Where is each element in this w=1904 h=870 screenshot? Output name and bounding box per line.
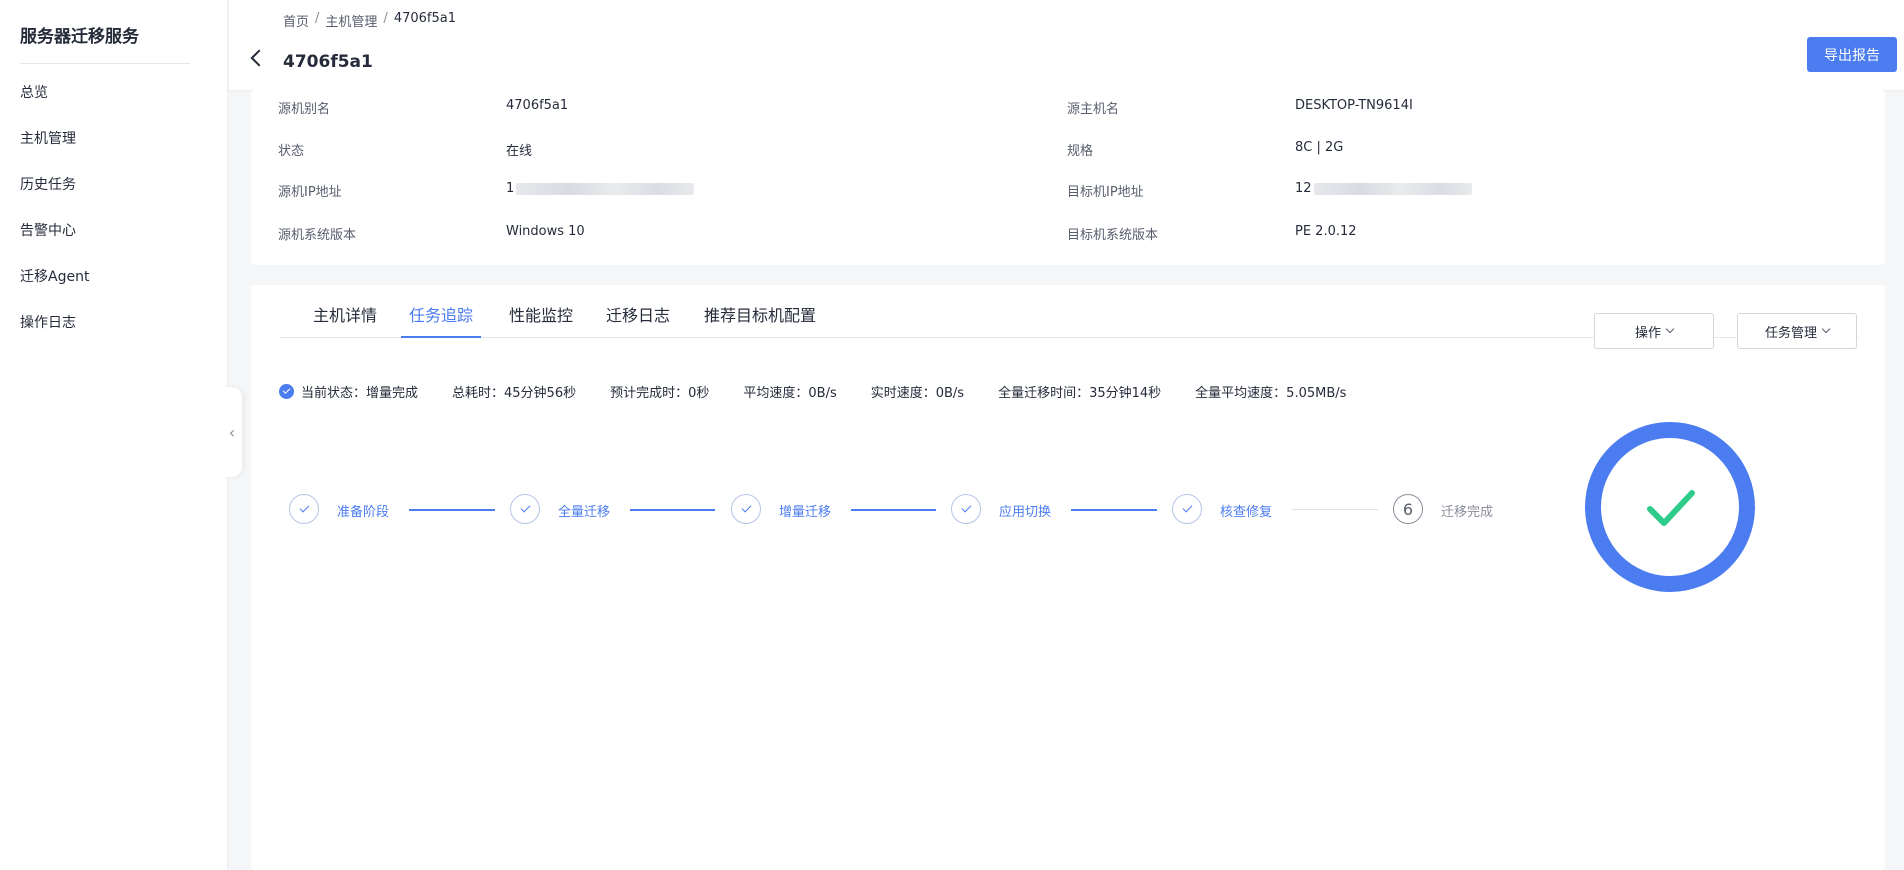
step-label: 核查修复 — [1220, 505, 1273, 520]
chevron-down-icon — [1821, 324, 1831, 334]
step-check-icon — [510, 494, 540, 524]
source-os-label: 源机系统版本 — [278, 228, 357, 243]
source-ip-value: 1 — [506, 181, 695, 196]
target-ip-prefix: 12 — [1295, 181, 1312, 196]
sidebar: 服务器迁移服务 总览 主机管理 历史任务 告警中心 迁移Agent 操作日志 — [0, 0, 228, 870]
step-check-icon — [289, 494, 319, 524]
step-check-icon — [731, 494, 761, 524]
export-report-button[interactable]: 导出报告 — [1807, 37, 1897, 72]
sidebar-item-host-management[interactable]: 主机管理 — [0, 122, 228, 168]
task-tracking-card: 主机详情 任务追踪 性能监控 迁移日志 推荐目标机配置 操作 任务管理 当前状态… — [251, 285, 1885, 870]
page-title: 4706f5a1 — [283, 52, 373, 72]
step-check-icon — [1172, 494, 1202, 524]
sidebar-title: 服务器迁移服务 — [20, 27, 139, 47]
target-os-label: 目标机系统版本 — [1067, 228, 1159, 243]
source-ip-label: 源机IP地址 — [278, 185, 342, 200]
sidebar-item-migration-agent[interactable]: 迁移Agent — [0, 260, 228, 306]
step-label: 迁移完成 — [1441, 505, 1494, 520]
operate-dropdown[interactable]: 操作 — [1594, 313, 1714, 349]
tab-performance-monitor[interactable]: 性能监控 — [509, 302, 573, 338]
spec-label: 规格 — [1067, 144, 1094, 159]
step-label: 准备阶段 — [337, 505, 390, 520]
chevron-left-icon: ‹ — [228, 422, 236, 442]
step-label: 应用切换 — [999, 505, 1052, 520]
breadcrumb: 首页 / 主机管理 / 4706f5a1 — [283, 11, 456, 30]
total-time: 总耗时：45分钟56秒 — [452, 385, 577, 401]
step-connector — [1292, 509, 1378, 510]
source-os-value: Windows 10 — [506, 224, 585, 239]
breadcrumb-home[interactable]: 首页 — [283, 11, 309, 30]
full-avg-speed: 全量平均速度：5.05MB/s — [1195, 385, 1347, 401]
step-check-icon — [951, 494, 981, 524]
source-host-value: DESKTOP-TN9614I — [1295, 98, 1413, 113]
breadcrumb-separator: / — [315, 11, 320, 26]
source-alias-value: 4706f5a1 — [506, 98, 569, 113]
target-ip-value: 12 — [1295, 181, 1472, 196]
task-manage-dropdown[interactable]: 任务管理 — [1737, 313, 1857, 349]
breadcrumb-separator: / — [383, 11, 388, 26]
masked-ip-blur — [516, 182, 695, 195]
source-alias-label: 源机别名 — [278, 102, 331, 117]
sidebar-divider — [20, 63, 190, 64]
step-number-icon: 6 — [1393, 494, 1423, 524]
breadcrumb-current: 4706f5a1 — [393, 11, 456, 26]
masked-ip-blur — [1313, 182, 1472, 195]
sidebar-item-alarm-center[interactable]: 告警中心 — [0, 214, 228, 260]
status-bar: 当前状态：增量完成 总耗时：45分钟56秒 预计完成时：0秒 平均速度：0B/s… — [279, 382, 1380, 401]
sidebar-nav: 总览 主机管理 历史任务 告警中心 迁移Agent 操作日志 — [0, 76, 228, 352]
step-label: 增量迁移 — [779, 505, 832, 520]
host-info-card: 源机别名 4706f5a1 源主机名 DESKTOP-TN9614I 状态 在线… — [251, 90, 1885, 265]
task-manage-dropdown-label: 任务管理 — [1764, 325, 1817, 341]
spec-value: 8C | 2G — [1295, 140, 1344, 155]
status-label: 状态 — [278, 144, 305, 159]
operate-dropdown-label: 操作 — [1634, 325, 1661, 341]
progress-steps: 准备阶段 全量迁移 增量迁移 应用切换 核查修复 6 迁移完成 — [289, 490, 1493, 530]
tab-task-tracking[interactable]: 任务追踪 — [401, 302, 482, 338]
step-connector — [409, 509, 495, 511]
sidebar-collapse-button[interactable]: ‹ — [222, 387, 242, 477]
target-ip-label: 目标机IP地址 — [1067, 185, 1144, 200]
breadcrumb-host-management[interactable]: 主机管理 — [325, 11, 377, 30]
target-os-value: PE 2.0.12 — [1295, 224, 1357, 239]
current-state: 当前状态：增量完成 — [301, 385, 419, 401]
chevron-down-icon — [1665, 324, 1675, 334]
complete-check-icon — [1585, 422, 1755, 592]
sidebar-item-overview[interactable]: 总览 — [0, 76, 228, 122]
avg-speed: 平均速度：0B/s — [743, 385, 837, 401]
status-value: 在线 — [506, 144, 533, 159]
page-header: 首页 / 主机管理 / 4706f5a1 4706f5a1 导出报告 — [229, 0, 1904, 90]
step-label: 全量迁移 — [558, 505, 611, 520]
eta: 预计完成时：0秒 — [610, 385, 710, 401]
sidebar-item-operation-log[interactable]: 操作日志 — [0, 306, 228, 352]
sidebar-item-history-tasks[interactable]: 历史任务 — [0, 168, 228, 214]
step-connector — [1071, 509, 1157, 511]
full-migration-time: 全量迁移时间：35分钟14秒 — [998, 385, 1162, 401]
back-arrow-icon[interactable] — [250, 49, 268, 67]
step-connector — [630, 509, 715, 511]
source-host-label: 源主机名 — [1067, 102, 1120, 117]
realtime-speed: 实时速度：0B/s — [870, 385, 965, 401]
tab-migration-log[interactable]: 迁移日志 — [606, 302, 670, 338]
tab-recommended-config[interactable]: 推荐目标机配置 — [704, 302, 816, 338]
source-ip-prefix: 1 — [506, 181, 515, 196]
step-connector — [851, 509, 936, 511]
tab-host-details[interactable]: 主机详情 — [313, 302, 377, 338]
check-circle-icon — [279, 383, 294, 399]
